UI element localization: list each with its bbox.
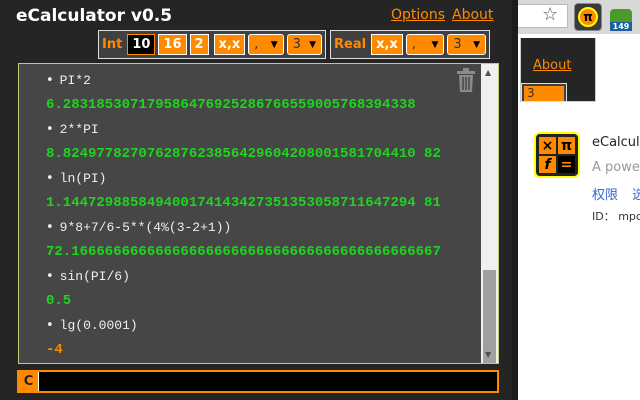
app-title: eCalculator v0.5 [16,6,173,26]
expression: lg(0.0001) [46,318,138,333]
base-16-button[interactable]: 16 [158,34,187,55]
result: 72.1666666666666666666666666666666666666… [46,244,441,260]
int-label: Int [102,37,123,52]
real-label: Real [334,37,367,52]
result: 0.5 [46,293,72,309]
logo-f: f [539,156,556,173]
preview-precision: 3 [521,83,567,102]
about-link[interactable]: About [452,7,493,23]
scroll-up-icon[interactable]: ▲ [485,68,491,77]
pi-icon: π [578,7,598,27]
ecalculator-extension-button[interactable]: π [574,3,602,31]
extension-id: ID： mpca [592,210,640,223]
history-panel: PI*2 6.2831853071795864769252867665590057… [18,63,499,364]
badge-count: 149 [610,22,632,31]
history-entry: ln(PI) 1.14472988584940017414342735135305… [46,171,441,211]
expression: 9*8+7/6-5**(4%(3-2+1)) [46,220,441,235]
int-separator-select[interactable]: , ▼ [248,34,284,55]
chevron-down-icon: ▼ [431,39,439,50]
expression: 2**PI [46,122,441,137]
int-settings-group: Int 10 16 2 x,x , ▼ 3 ▼ [98,30,326,59]
trash-icon[interactable] [456,68,476,92]
real-separator-select[interactable]: , ▼ [405,34,445,55]
real-precision-select[interactable]: 3 ▼ [447,34,486,55]
preview-precision-value: 3 [524,86,564,101]
history-entry: lg(0.0001) -4 [46,318,138,358]
extension-badge-icon[interactable]: 149 [610,9,632,31]
logo-pi: π [558,137,575,154]
calculator-popup: eCalculator v0.5 Options About Int 10 16… [0,0,512,400]
extension-links[interactable]: 权限 选 [592,184,640,203]
real-separator-value: , [411,37,416,52]
browser-background: ☆ π 149 About 3 × π f = eCalcula A power… [512,0,640,400]
star-icon[interactable]: ☆ [542,4,558,25]
result: 1.14472988584940017414342735135305871164… [46,195,441,211]
scroll-down-icon[interactable]: ▼ [485,350,491,359]
input-row: C [17,370,499,393]
base-2-button[interactable]: 2 [189,34,209,55]
options-link[interactable]: Options [391,7,445,23]
extension-name: eCalcula [592,135,640,150]
history-entry: 2**PI 8.824977827076287623856429604208001… [46,122,441,162]
expression: sin(PI/6) [46,269,130,284]
expression-input[interactable] [38,372,497,391]
real-format-button[interactable]: x,x [371,34,403,55]
browser-toolbar: ☆ π 149 [518,0,640,34]
result: -4 [46,342,63,358]
history-entry: PI*2 6.2831853071795864769252867665590057… [46,73,416,113]
popup-preview: About 3 [520,38,596,102]
expression: PI*2 [46,73,416,88]
scrollbar[interactable]: ▲ ▼ [481,64,498,363]
logo-times: × [539,137,556,154]
result: 6.28318530717958647692528676655900576839… [46,97,416,113]
chevron-down-icon: ▼ [270,39,278,50]
logo-equals: = [558,156,575,173]
base-10-button[interactable]: 10 [127,34,156,55]
preview-about-link: About [533,58,572,73]
clear-button[interactable]: C [19,372,38,391]
history-entry: sin(PI/6) 0.5 [46,269,130,309]
int-precision-value: 3 [292,37,301,52]
int-format-button[interactable]: x,x [213,34,246,55]
ecalculator-logo: × π f = [534,132,580,178]
extension-description: A powerf [592,160,640,175]
int-separator-value: , [254,37,259,52]
real-settings-group: Real x,x , ▼ 3 ▼ [330,30,490,59]
chevron-down-icon: ▼ [309,39,316,50]
real-precision-value: 3 [453,37,462,52]
int-precision-select[interactable]: 3 ▼ [286,34,322,55]
expression: ln(PI) [46,171,441,186]
result: 8.82497782707628762385642960420800158170… [46,146,441,162]
history-entry: 9*8+7/6-5**(4%(3-2+1)) 72.166666666666666… [46,220,441,260]
chevron-down-icon: ▼ [473,39,480,50]
